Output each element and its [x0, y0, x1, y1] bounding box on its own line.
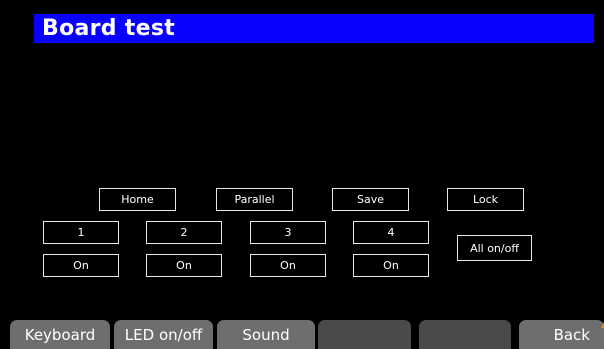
lock-button[interactable]: Lock — [447, 188, 524, 211]
page-title: Board test — [42, 16, 176, 41]
sound-softkey[interactable]: Sound — [217, 320, 315, 349]
parallel-button[interactable]: Parallel — [216, 188, 293, 211]
channel-3-state-button[interactable]: On — [250, 254, 326, 277]
channel-2-state-button[interactable]: On — [146, 254, 222, 277]
channel-2-button[interactable]: 2 — [146, 221, 222, 244]
led-on-off-softkey[interactable]: LED on/off — [114, 320, 213, 349]
channel-3-button[interactable]: 3 — [250, 221, 326, 244]
keyboard-softkey[interactable]: Keyboard — [10, 320, 110, 349]
title-bar: Board test — [34, 14, 594, 43]
all-on-off-button[interactable]: All on/off — [457, 235, 532, 261]
save-button[interactable]: Save — [332, 188, 409, 211]
channel-4-state-button[interactable]: On — [353, 254, 429, 277]
channel-4-button[interactable]: 4 — [353, 221, 429, 244]
home-button[interactable]: Home — [99, 188, 176, 211]
blank-softkey-2[interactable] — [419, 320, 511, 349]
channel-1-state-button[interactable]: On — [43, 254, 119, 277]
blank-softkey-1[interactable] — [318, 320, 411, 349]
back-softkey[interactable]: Back — [519, 320, 604, 349]
device-screen: Board test Home Parallel Save Lock 1 2 3… — [0, 0, 604, 349]
channel-1-button[interactable]: 1 — [43, 221, 119, 244]
